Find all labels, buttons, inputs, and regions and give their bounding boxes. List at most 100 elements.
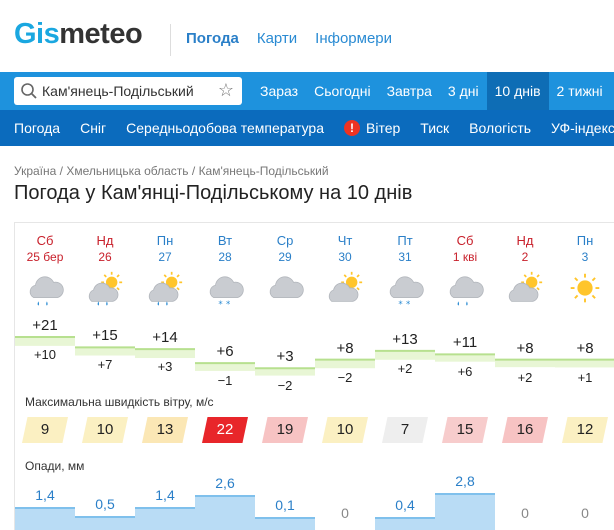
precip-value: 0 [521, 505, 529, 521]
tab-4[interactable]: 10 днів [486, 72, 549, 110]
temp-band [75, 347, 135, 356]
sun-cloud-rain-icon [143, 269, 187, 309]
topnav-0[interactable]: Погода [186, 30, 239, 47]
subnav-item-5[interactable]: Вологість [469, 120, 531, 136]
day-date: 31 [398, 250, 412, 264]
svg-text:*: * [398, 300, 403, 309]
cloud-icon [263, 269, 307, 309]
svg-text:*: * [226, 300, 231, 309]
favorite-star-icon[interactable]: ☆ [218, 80, 234, 101]
temp-max: +13 [392, 330, 418, 348]
cloud-snow-icon: * * [203, 269, 247, 310]
day-header[interactable]: Нд 26 [75, 233, 135, 264]
tab-3[interactable]: 3 дні [440, 72, 487, 110]
day-header[interactable]: Пт 31 [375, 233, 435, 264]
svg-text:*: * [218, 300, 223, 309]
day-name: Нд [96, 233, 114, 248]
subnav-label: Середньодобова температура [126, 120, 324, 136]
wind-speed: 10 [82, 417, 128, 443]
precip-value: 2,6 [215, 475, 235, 491]
day-name: Ср [276, 233, 294, 248]
temp-min: +7 [97, 357, 113, 373]
precip-section-title: Опади, мм [25, 459, 85, 473]
temp-band [255, 368, 315, 376]
search-icon [21, 83, 37, 99]
subnav-label: Тиск [420, 120, 450, 136]
subnav-item-6[interactable]: УФ-індекс [551, 120, 614, 136]
sun-cloud-icon [503, 269, 547, 309]
day-header[interactable]: Сб 1 кві [435, 233, 495, 264]
temp-min: +10 [33, 347, 57, 362]
precip-bar [435, 493, 495, 530]
day-date: 29 [278, 250, 292, 264]
breadcrumb-region[interactable]: Хмельницька область [66, 164, 188, 178]
subnav-item-0[interactable]: Погода [14, 120, 60, 136]
day-date: 2 [521, 250, 529, 264]
subnav-label: Сніг [80, 120, 107, 136]
parameter-navigation: Погода Сніг Середньодобова температура ! Віт… [0, 110, 614, 146]
temp-band [435, 354, 495, 362]
wind-speed: 16 [502, 417, 548, 443]
day-header[interactable]: Сб 25 бер [15, 233, 75, 264]
precip-value: 2,8 [455, 473, 475, 489]
day-header[interactable]: Нд 2 [495, 233, 555, 264]
temp-min: −2 [337, 369, 353, 385]
day-date: 1 кві [452, 250, 478, 264]
day-name: Нд [516, 233, 534, 248]
temp-max: +14 [152, 329, 178, 347]
day-header[interactable]: Чт 30 [315, 233, 375, 264]
subnav-item-3[interactable]: ! Вітер [344, 120, 400, 136]
subnav-item-4[interactable]: Тиск [420, 120, 449, 136]
precip-bar [375, 517, 435, 530]
temp-max: +11 [452, 334, 478, 352]
day-header[interactable]: Ср 29 [255, 233, 315, 264]
day-name: Сб [36, 233, 54, 248]
subnav-item-2[interactable]: Середньодобова температура [126, 120, 324, 136]
breadcrumb: Україна / Хмельницька область / Кам'янец… [14, 164, 329, 178]
day-header[interactable]: Пн 3 [555, 233, 614, 264]
day-name: Чт [337, 233, 353, 248]
tab-2[interactable]: Завтра [379, 72, 440, 110]
temp-min: +6 [457, 364, 473, 380]
day-date: 30 [338, 250, 352, 264]
temp-band [555, 359, 614, 368]
subnav-label: Погода [14, 120, 61, 136]
day-date: 3 [581, 250, 589, 264]
day-header[interactable]: Вт 28 [195, 233, 255, 264]
wind-speed: 15 [442, 417, 488, 443]
temp-min: +3 [157, 359, 173, 375]
temp-band [495, 359, 555, 368]
temp-max: +8 [336, 339, 354, 357]
wind-speed: 10 [322, 417, 368, 443]
precip-value: 0,1 [275, 497, 295, 513]
topnav-2[interactable]: Інформери [315, 30, 392, 47]
sun-cloud-icon [323, 269, 367, 309]
day-header[interactable]: Пн 27 [135, 233, 195, 264]
day-name: Пн [156, 233, 174, 248]
cloud-snow-icon: * * [383, 269, 427, 310]
day-name: Пт [397, 233, 413, 248]
tab-1[interactable]: Сьогодні [306, 72, 378, 110]
day-date: 27 [158, 250, 172, 264]
tab-5[interactable]: 2 тижні [549, 72, 611, 110]
breadcrumb-city: Кам'янець-Подільський [198, 164, 329, 178]
subnav-item-1[interactable]: Сніг [80, 120, 106, 136]
warning-icon: ! [344, 120, 360, 136]
tab-0[interactable]: Зараз [252, 72, 306, 110]
logo-divider [170, 24, 171, 56]
subnav-label: Вологість [469, 120, 532, 136]
search-input[interactable] [42, 81, 220, 101]
temp-max: +6 [216, 343, 234, 361]
wind-speed: 7 [382, 417, 428, 443]
wind-speed: 22 [202, 417, 248, 443]
precip-value: 0,4 [395, 497, 415, 513]
precip-value: 1,4 [35, 487, 55, 503]
precip-bar [75, 516, 135, 530]
cloud-rain-icon [443, 269, 487, 309]
precip-value: 0 [341, 505, 349, 521]
topnav-1[interactable]: Карти [257, 30, 297, 47]
gismeteo-logo[interactable]: Gismeteo [14, 18, 143, 51]
search-box[interactable]: ☆ [14, 77, 242, 105]
breadcrumb-country[interactable]: Україна [14, 164, 56, 178]
precip-bar [135, 507, 195, 530]
